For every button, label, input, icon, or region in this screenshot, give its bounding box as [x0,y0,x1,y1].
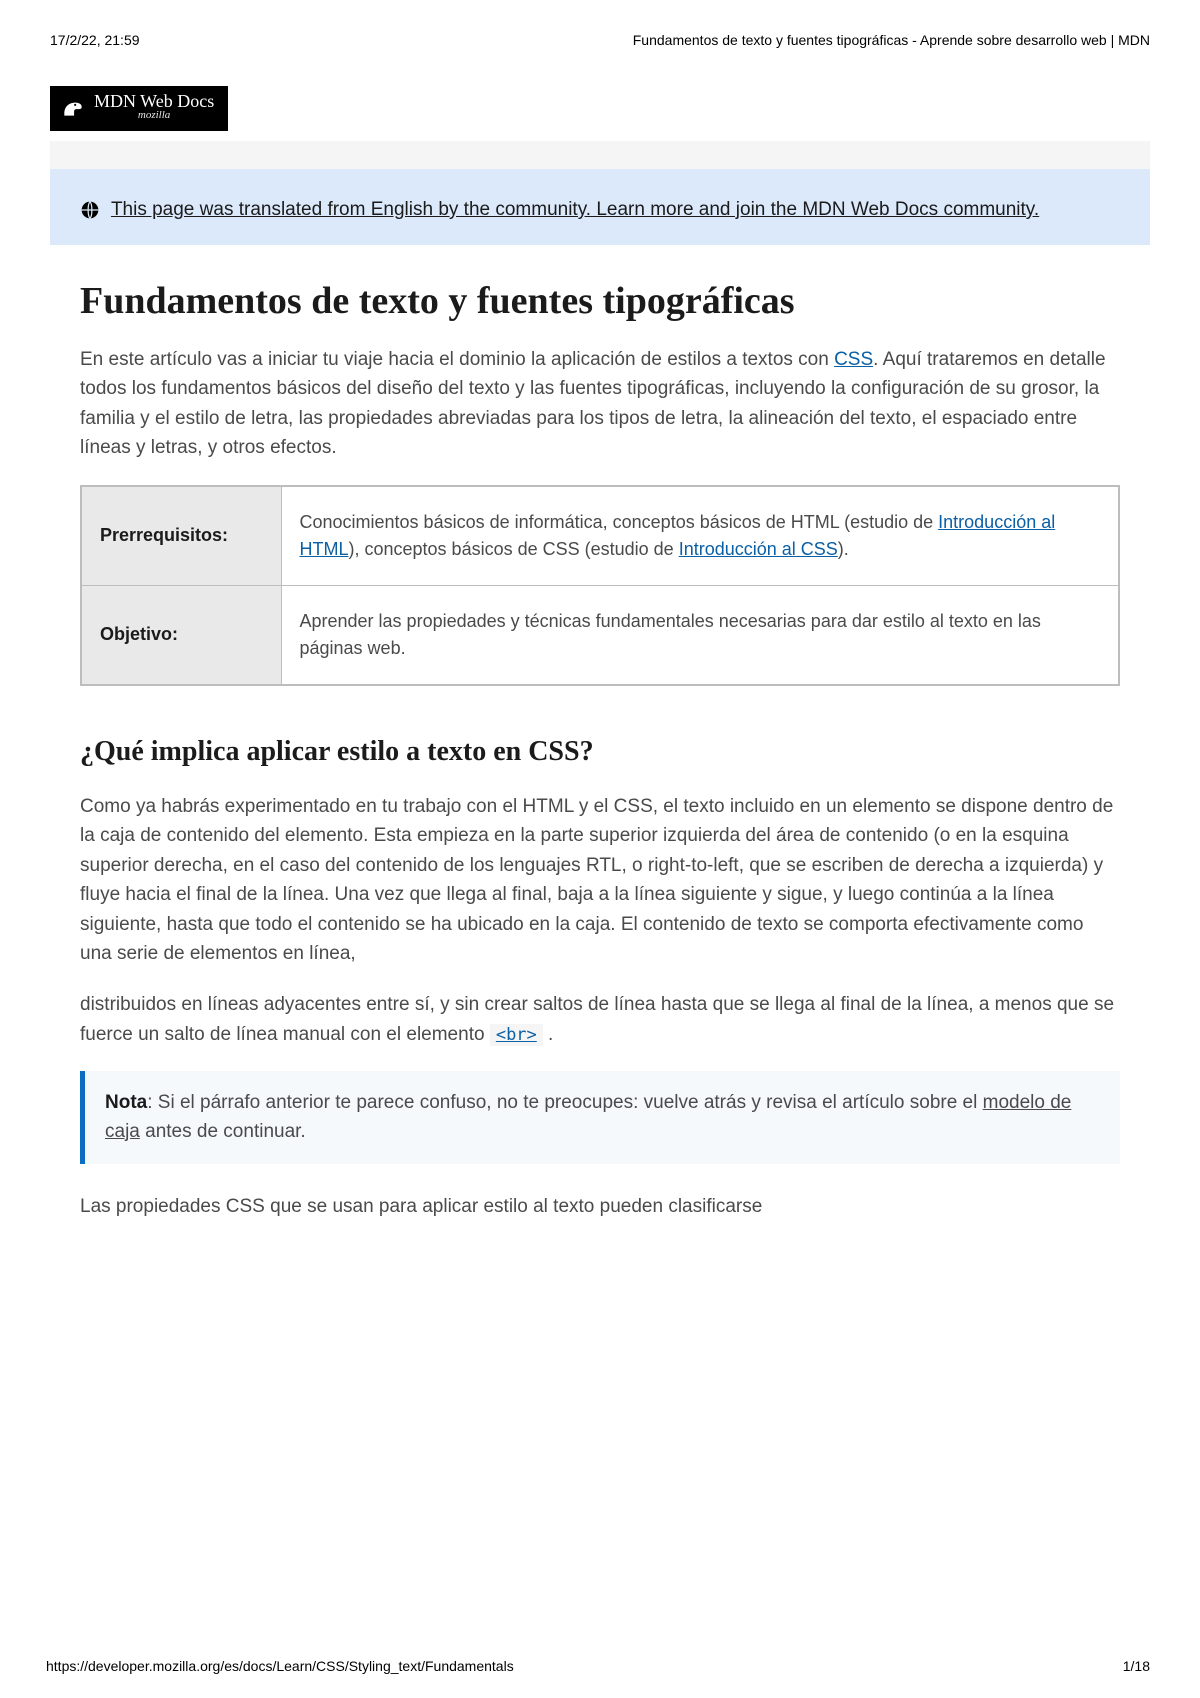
objective-value: Aprender las propiedades y técnicas fund… [281,585,1119,685]
logo-sub-text: mozilla [94,110,214,121]
footer-page-number: 1/18 [1123,1658,1150,1674]
dino-icon [60,94,86,120]
globe-icon [80,200,100,220]
intro-css-link[interactable]: Introducción al CSS [679,539,838,559]
closing-paragraph: Las propiedades CSS que se usan para apl… [80,1192,1120,1221]
page-title: Fundamentos de texto y fuentes tipográfi… [80,279,1120,323]
note-callout: Nota: Si el párrafo anterior te parece c… [80,1071,1120,1164]
section-heading: ¿Qué implica aplicar estilo a texto en C… [80,736,1120,768]
table-row: Prerrequisitos: Conocimientos básicos de… [81,486,1119,586]
mdn-logo[interactable]: MDN Web Docs mozilla [50,86,228,131]
prereq-value: Conocimientos básicos de informática, co… [281,486,1119,586]
toolbar-strip [50,141,1150,169]
section-para-1: Como ya habrás experimentado en tu traba… [80,792,1120,969]
logo-bar: MDN Web Docs mozilla [50,78,1150,141]
print-page-title: Fundamentos de texto y fuentes tipográfi… [633,32,1150,48]
intro-text-before: En este artículo vas a iniciar tu viaje … [80,349,834,370]
note-label: Nota [105,1092,147,1113]
print-timestamp: 17/2/22, 21:59 [50,32,140,48]
objective-label: Objetivo: [81,585,281,685]
article-content: Fundamentos de texto y fuentes tipográfi… [50,279,1150,1222]
logo-main-text: MDN Web Docs [94,92,214,110]
footer-url: https://developer.mozilla.org/es/docs/Le… [46,1658,514,1674]
prerequisites-table: Prerrequisitos: Conocimientos básicos de… [80,485,1120,686]
section-para-2: distribuidos en líneas adyacentes entre … [80,990,1120,1049]
print-header: 17/2/22, 21:59 Fundamentos de texto y fu… [0,0,1200,48]
intro-paragraph: En este artículo vas a iniciar tu viaje … [80,345,1120,463]
print-footer: https://developer.mozilla.org/es/docs/Le… [46,1658,1150,1674]
translation-banner: This page was translated from English by… [50,169,1150,245]
translation-banner-link[interactable]: This page was translated from English by… [111,199,1039,220]
table-row: Objetivo: Aprender las propiedades y téc… [81,585,1119,685]
br-element-code[interactable]: <br> [490,1024,543,1046]
css-link[interactable]: CSS [834,349,873,370]
prereq-label: Prerrequisitos: [81,486,281,586]
